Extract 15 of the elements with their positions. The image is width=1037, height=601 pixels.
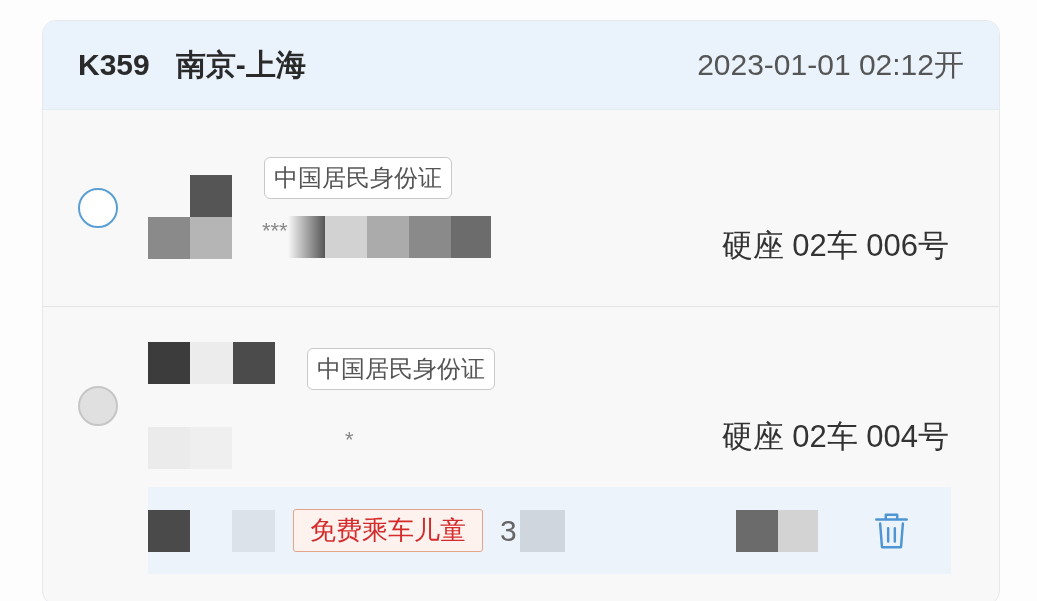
- id-type-tag: 中国居民身份证: [307, 348, 495, 390]
- masked-id-text: ***: [262, 217, 288, 245]
- pixelated-redaction: [519, 509, 565, 552]
- train-route: 南京-上海: [175, 46, 306, 83]
- departure-time: 2023-01-01 02:12开: [697, 46, 964, 83]
- train-number: K359: [78, 48, 150, 82]
- id-type-tag: 中国居民身份证: [264, 157, 452, 199]
- trash-icon[interactable]: [874, 511, 909, 550]
- free-child-tag: 免费乘车儿童: [293, 509, 483, 552]
- seat-info: 硬座 02车 006号: [721, 227, 949, 265]
- pixelated-redaction: [148, 509, 190, 552]
- masked-id-text: *: [345, 426, 354, 454]
- radio-button[interactable]: [78, 188, 118, 228]
- seat-info: 硬座 02车 004号: [721, 418, 949, 456]
- masked-id-text: 3: [500, 513, 517, 548]
